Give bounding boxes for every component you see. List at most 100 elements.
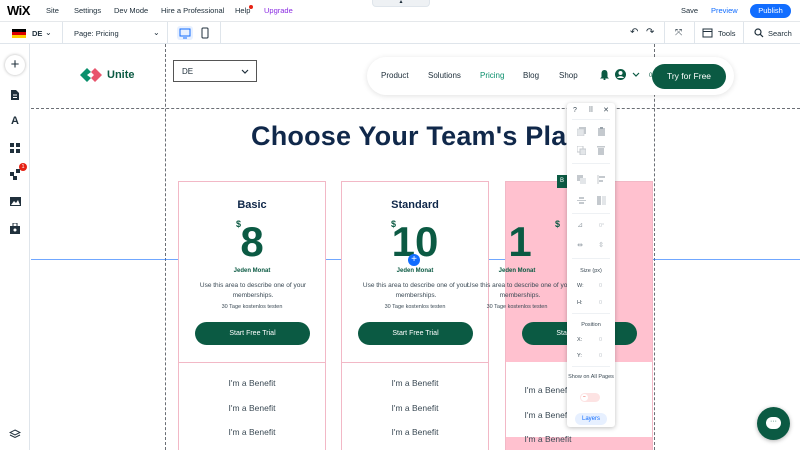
rotate-icon[interactable]: ⊿ [575, 221, 585, 229]
tools-icon[interactable] [702, 28, 713, 38]
nav-blog[interactable]: Blog [523, 71, 539, 80]
toolbar-divider [62, 22, 63, 44]
undo-icon[interactable]: ↶ [630, 27, 638, 38]
chevron-down-icon[interactable]: ⌄ [45, 28, 52, 37]
apps-notification-badge: 1 [19, 163, 27, 171]
wix-logo: WiX [7, 3, 30, 18]
editor-toolbar: DE ⌄ Page: Pricing ⌄ ↶ ↷ ⤧ Tools Search [0, 22, 800, 44]
toggle-off-icon: − [581, 394, 588, 401]
plan-benefit: I'm a Benefit [524, 434, 572, 444]
help-icon[interactable]: ? [570, 107, 580, 114]
page-selector[interactable]: Page: Pricing [74, 29, 119, 38]
height-field[interactable]: 0 [599, 300, 602, 306]
nav-pricing[interactable]: Pricing [480, 71, 504, 80]
x-position-field[interactable]: 0 [599, 337, 602, 343]
show-on-all-pages-toggle[interactable]: − [580, 393, 600, 402]
copy-icon[interactable] [577, 127, 586, 136]
toolbar-divider [220, 22, 221, 44]
plan-benefit: I'm a Benefit [524, 385, 572, 395]
inspector-panel: ? ⠿ ✕ ⊿ 0° ⇹ ⇳ Size (px) W: 0 H: 0 Posit… [567, 103, 615, 427]
duplicate-icon[interactable] [577, 146, 586, 155]
delete-icon[interactable] [597, 146, 605, 155]
page-name: Pricing [95, 29, 119, 38]
language-dropdown[interactable]: DE [173, 60, 257, 82]
search-button[interactable]: Search [768, 29, 792, 38]
layers-button[interactable]: Layers [575, 413, 607, 425]
menu-dev-mode[interactable]: Dev Mode [114, 6, 148, 15]
match-size-icon[interactable] [597, 196, 606, 205]
mobile-icon [201, 27, 209, 39]
panel-divider [572, 313, 610, 314]
preview-button[interactable]: Preview [711, 6, 738, 15]
paste-icon[interactable] [597, 127, 606, 136]
flip-horizontal-icon[interactable]: ⇹ [575, 241, 585, 249]
rotation-value[interactable]: 0° [599, 223, 604, 229]
chevron-down-icon [241, 69, 249, 74]
site-logo[interactable] [80, 68, 102, 82]
left-sidebar: + A 1 [0, 44, 30, 450]
publish-button[interactable]: Publish [750, 4, 791, 18]
width-field[interactable]: 0 [599, 283, 602, 289]
nav-shop[interactable]: Shop [559, 71, 578, 80]
zoom-out-icon[interactable]: ⤧ [675, 27, 682, 38]
bell-icon[interactable] [600, 69, 609, 80]
plan-price: 8 [240, 218, 264, 265]
panel-divider [572, 366, 610, 367]
size-label: Size (px) [580, 268, 602, 274]
business-icon[interactable] [10, 223, 20, 234]
header-boundary [31, 108, 800, 109]
toolbar-divider [694, 22, 695, 44]
desktop-view-button[interactable] [177, 26, 193, 40]
distribute-icon[interactable] [577, 196, 586, 205]
menu-hire-professional[interactable]: Hire a Professional [161, 6, 224, 15]
height-label: H: [577, 300, 583, 306]
search-icon[interactable] [754, 28, 764, 38]
mobile-view-button[interactable] [197, 26, 213, 40]
save-button[interactable]: Save [681, 6, 698, 15]
language-selector[interactable]: DE [32, 29, 42, 38]
y-label: Y: [577, 353, 582, 359]
editor-canvas[interactable]: Unite DE Product Solutions Pricing Blog … [31, 44, 800, 450]
start-free-trial-button[interactable]: Start Free Trial [195, 322, 310, 345]
card-divider [342, 362, 488, 363]
start-free-trial-button[interactable]: Start Free Trial [358, 322, 473, 345]
design-icon[interactable]: A [8, 114, 22, 128]
gridline-right [654, 44, 655, 450]
panel-divider [572, 163, 610, 164]
chevron-up-icon: ▴ [399, 0, 403, 5]
flip-vertical-icon[interactable]: ⇳ [596, 241, 606, 249]
menu-settings[interactable]: Settings [74, 6, 101, 15]
add-elements-button[interactable]: + [5, 55, 25, 75]
chat-button[interactable]: ··· [757, 407, 790, 440]
menu-site[interactable]: Site [46, 6, 59, 15]
menu-upgrade[interactable]: Upgrade [264, 6, 293, 15]
close-icon[interactable]: ✕ [601, 106, 611, 114]
chevron-down-icon[interactable]: ⌄ [153, 28, 160, 37]
try-for-free-button[interactable]: Try for Free [652, 64, 726, 89]
plan-card-basic[interactable]: Basic $ 8 Jeden Monat Use this area to d… [178, 181, 326, 450]
account-icon[interactable] [615, 69, 626, 80]
add-section-marker[interactable]: + [408, 254, 420, 266]
nav-product[interactable]: Product [381, 71, 409, 80]
nav-solutions[interactable]: Solutions [428, 71, 461, 80]
tools-button[interactable]: Tools [718, 29, 736, 38]
x-label: X: [577, 337, 583, 343]
align-icon[interactable] [597, 175, 606, 184]
drag-handle-icon[interactable]: ⠿ [586, 106, 596, 114]
arrange-icon[interactable] [577, 175, 586, 184]
toolbar-divider [743, 22, 744, 44]
plan-description: Use this area to describe one of your me… [199, 282, 307, 299]
media-icon[interactable] [10, 197, 21, 206]
top-collapse-handle[interactable]: ▴ [372, 0, 430, 7]
panel-divider [572, 213, 610, 214]
app-market-icon[interactable] [10, 169, 21, 180]
apps-icon[interactable] [10, 143, 20, 153]
chevron-down-icon[interactable] [632, 72, 640, 78]
y-position-field[interactable]: 0 [599, 353, 602, 359]
pages-icon[interactable] [10, 89, 20, 101]
redo-icon[interactable]: ↷ [646, 27, 654, 38]
site-brand-name[interactable]: Unite [107, 69, 135, 81]
plan-benefit: I'm a Benefit [228, 378, 276, 388]
layers-icon[interactable] [9, 429, 21, 439]
pricing-title[interactable]: Choose Your Team's Plan [251, 121, 583, 152]
